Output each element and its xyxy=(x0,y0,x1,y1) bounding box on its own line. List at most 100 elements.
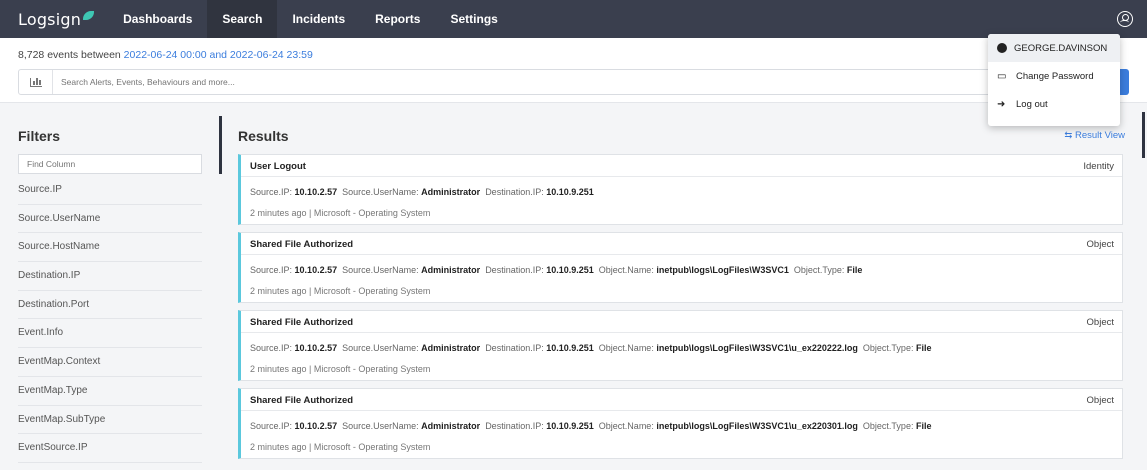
field-value: 10.10.9.251 xyxy=(546,343,594,353)
filter-item[interactable]: Source.UserName xyxy=(18,205,202,234)
field-key: Destination.IP: xyxy=(485,187,544,197)
result-meta: 2 minutes ago | Microsoft - Operating Sy… xyxy=(250,286,431,296)
search-input[interactable] xyxy=(61,73,961,91)
change-password-label: Change Password xyxy=(1016,70,1094,82)
field-key: Destination.IP: xyxy=(485,421,544,431)
search-box xyxy=(18,69,1129,95)
field-key: Source.UserName: xyxy=(342,421,419,431)
result-meta: 2 minutes ago | Microsoft - Operating Sy… xyxy=(250,208,431,218)
field-key: Source.UserName: xyxy=(342,187,419,197)
result-card-header: Shared File Authorized Object xyxy=(241,233,1122,255)
field-key: Object.Name: xyxy=(598,343,654,353)
results-title: Results xyxy=(238,128,289,144)
nav-reports[interactable]: Reports xyxy=(360,0,435,38)
field-value: 10.10.2.57 xyxy=(294,265,338,275)
field-key: Object.Name: xyxy=(598,265,654,275)
field-value: Administrator xyxy=(421,265,481,275)
nav-dashboards[interactable]: Dashboards xyxy=(108,0,207,38)
filter-item[interactable]: EventSource.IP xyxy=(18,434,202,463)
filter-item[interactable]: EventMap.Context xyxy=(18,348,202,377)
filter-item[interactable]: EventMap.Type xyxy=(18,377,202,406)
event-count-text: 8,728 events between xyxy=(18,49,124,61)
result-card[interactable]: Shared File Authorized Object Source.IP:… xyxy=(238,310,1123,381)
result-fields: Source.IP: 10.10.2.57 Source.UserName: A… xyxy=(250,343,931,353)
result-card-header: Shared File Authorized Object xyxy=(241,311,1122,333)
result-title: Shared File Authorized xyxy=(250,239,354,250)
result-category: Object xyxy=(1086,395,1114,406)
field-value: 10.10.9.251 xyxy=(546,421,594,431)
username-label: GEORGE.DAVINSON xyxy=(1014,42,1108,54)
page-scrollbar[interactable] xyxy=(1142,112,1145,158)
result-category: Object xyxy=(1086,239,1114,250)
field-key: Destination.IP: xyxy=(485,265,544,275)
result-card[interactable]: Shared File Authorized Object Source.IP:… xyxy=(238,388,1123,459)
logout-label: Log out xyxy=(1016,98,1048,110)
nav-search[interactable]: Search xyxy=(207,0,278,38)
result-view-label: Result View xyxy=(1075,130,1125,141)
result-title: User Logout xyxy=(250,161,306,172)
field-key: Object.Type: xyxy=(862,343,914,353)
result-title: Shared File Authorized xyxy=(250,317,354,328)
logo-text: Logsign xyxy=(18,9,82,29)
field-key: Destination.IP: xyxy=(485,343,544,353)
result-fields: Source.IP: 10.10.2.57 Source.UserName: A… xyxy=(250,187,594,197)
date-range-link[interactable]: 2022-06-24 00:00 and 2022-06-24 23:59 xyxy=(124,49,313,61)
filter-item[interactable]: Event.Info xyxy=(18,319,202,349)
result-category: Identity xyxy=(1083,161,1114,172)
field-key: Source.UserName: xyxy=(342,343,419,353)
field-value: Administrator xyxy=(421,187,481,197)
logout-menu-item[interactable]: ➜ Log out xyxy=(988,90,1120,118)
field-value: File xyxy=(915,421,932,431)
user-menu-header: GEORGE.DAVINSON xyxy=(988,34,1120,62)
field-value: File xyxy=(915,343,932,353)
field-key: Source.IP: xyxy=(250,265,293,275)
password-icon: ▭ xyxy=(997,70,1007,82)
filter-item[interactable]: Source.HostName xyxy=(18,233,202,263)
search-header: 8,728 events between 2022-06-24 00:00 an… xyxy=(0,38,1147,103)
field-key: Source.IP: xyxy=(250,343,293,353)
filter-list: Source.IP Source.UserName Source.HostNam… xyxy=(18,176,202,463)
user-dropdown-menu: GEORGE.DAVINSON ▭ Change Password ➜ Log … xyxy=(988,34,1120,126)
swap-icon: ⇆ xyxy=(1064,130,1075,141)
field-key: Source.UserName: xyxy=(342,265,419,275)
result-title: Shared File Authorized xyxy=(250,395,354,406)
result-meta: 2 minutes ago | Microsoft - Operating Sy… xyxy=(250,442,431,452)
filters-panel: Filters Source.IP Source.UserName Source… xyxy=(0,114,222,470)
result-fields: Source.IP: 10.10.2.57 Source.UserName: A… xyxy=(250,421,931,431)
top-navigation-bar: Logsign Dashboards Search Incidents Repo… xyxy=(0,0,1147,38)
result-meta: 2 minutes ago | Microsoft - Operating Sy… xyxy=(250,364,431,374)
filters-title: Filters xyxy=(18,128,61,144)
filter-item[interactable]: EventMap.SubType xyxy=(18,406,202,435)
result-category: Object xyxy=(1086,317,1114,328)
filter-item[interactable]: Destination.IP xyxy=(18,262,202,291)
find-column-input[interactable] xyxy=(18,154,202,174)
field-value: inetpub\logs\LogFiles\W3SVC1\u_ex220301.… xyxy=(656,421,858,431)
field-value: 10.10.2.57 xyxy=(294,187,338,197)
field-key: Source.IP: xyxy=(250,421,293,431)
field-value: Administrator xyxy=(421,343,481,353)
result-card[interactable]: User Logout Identity Source.IP: 10.10.2.… xyxy=(238,154,1123,225)
event-summary: 8,728 events between 2022-06-24 00:00 an… xyxy=(18,49,313,61)
user-account-icon[interactable] xyxy=(1117,11,1133,27)
change-password-menu-item[interactable]: ▭ Change Password xyxy=(988,62,1120,90)
logout-icon: ➜ xyxy=(997,98,1006,110)
field-value: File xyxy=(846,265,863,275)
avatar-icon xyxy=(997,43,1007,53)
result-view-toggle[interactable]: ⇆ Result View xyxy=(1064,130,1125,141)
field-key: Object.Type: xyxy=(862,421,914,431)
field-value: 10.10.9.251 xyxy=(546,187,594,197)
logsign-logo[interactable]: Logsign xyxy=(18,9,95,29)
field-key: Object.Type: xyxy=(793,265,845,275)
field-value: 10.10.2.57 xyxy=(294,421,338,431)
field-value: 10.10.9.251 xyxy=(546,265,594,275)
result-fields: Source.IP: 10.10.2.57 Source.UserName: A… xyxy=(250,265,862,275)
nav-incidents[interactable]: Incidents xyxy=(277,0,360,38)
result-card[interactable]: Shared File Authorized Object Source.IP:… xyxy=(238,232,1123,303)
chart-toggle-button[interactable] xyxy=(19,70,53,94)
filter-item[interactable]: Destination.Port xyxy=(18,291,202,320)
field-value: inetpub\logs\LogFiles\W3SVC1 xyxy=(656,265,789,275)
nav-settings[interactable]: Settings xyxy=(435,0,512,38)
field-value: 10.10.2.57 xyxy=(294,343,338,353)
filter-item[interactable]: Source.IP xyxy=(18,176,202,205)
field-key: Object.Name: xyxy=(598,421,654,431)
